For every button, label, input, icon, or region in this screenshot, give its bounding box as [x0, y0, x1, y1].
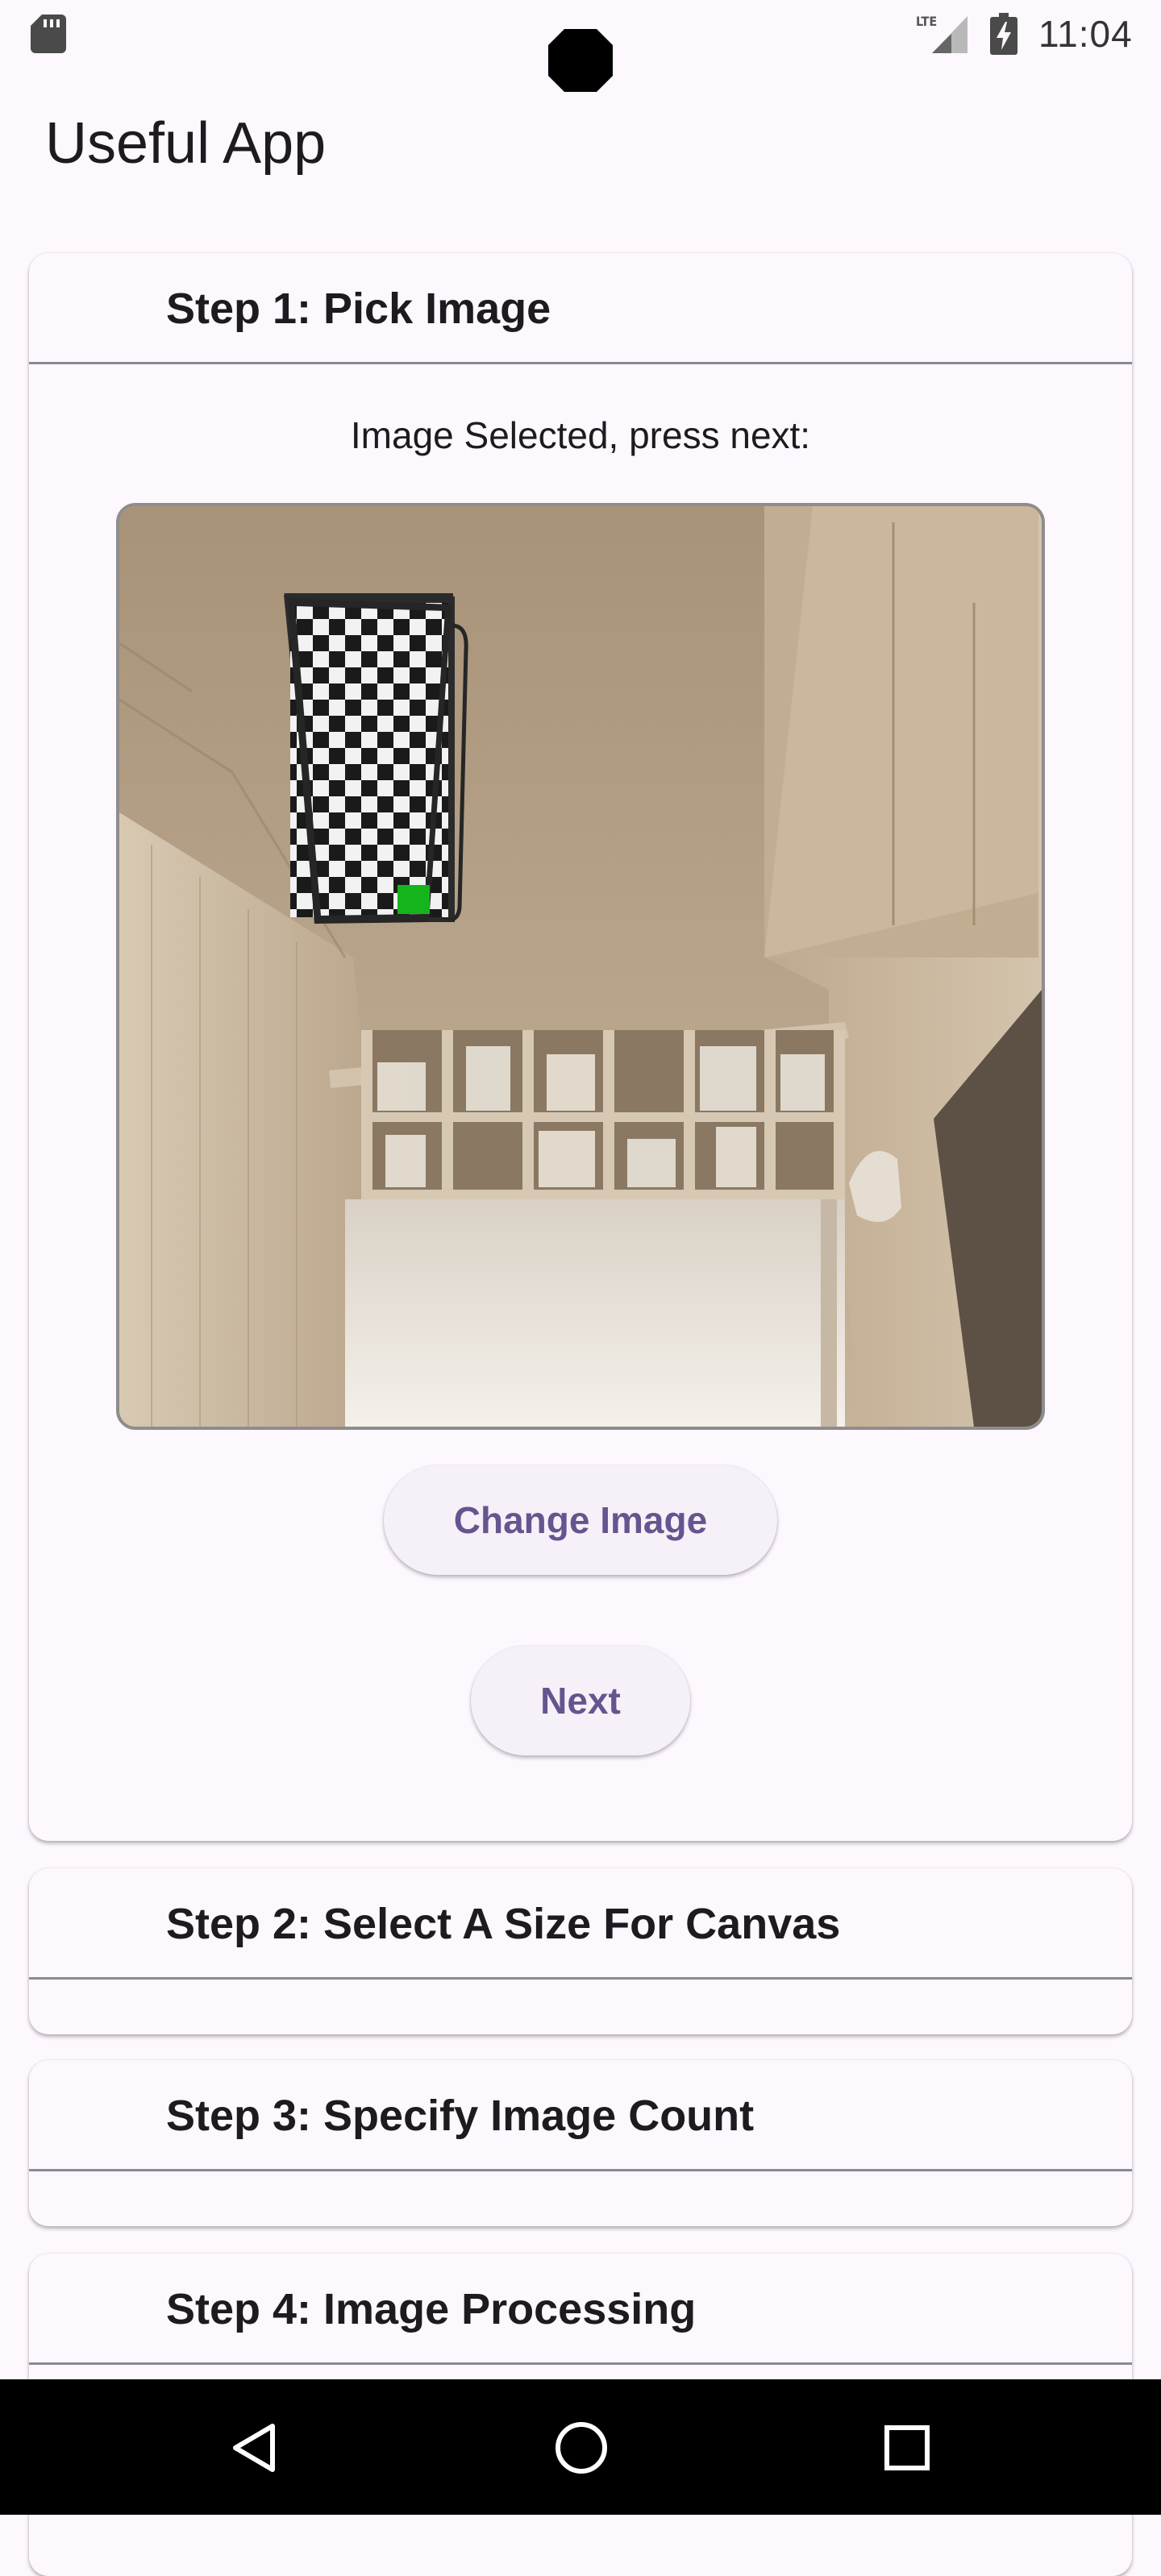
status-time: 11:04: [1038, 13, 1133, 55]
status-bar: LTE 11:04: [0, 0, 1161, 92]
change-image-button[interactable]: Change Image: [384, 1465, 777, 1575]
step-card-3: Step 3: Specify Image Count: [29, 2060, 1132, 2226]
lte-label: LTE: [916, 14, 937, 29]
step-4-title: Step 4: Image Processing: [166, 2285, 697, 2333]
home-icon[interactable]: [545, 2412, 618, 2484]
next-button[interactable]: Next: [471, 1646, 690, 1755]
image-status-text: Image Selected, press next:: [350, 414, 811, 456]
sd-card-icon: [31, 15, 66, 53]
step-card-2: Step 2: Select A Size For Canvas: [29, 1868, 1132, 2034]
camera-cutout: [548, 29, 613, 92]
step-3-title: Step 3: Specify Image Count: [166, 2092, 755, 2140]
back-icon[interactable]: [219, 2412, 292, 2484]
step-3-header[interactable]: Step 3: Specify Image Count: [29, 2060, 1132, 2171]
app-title: Useful App: [45, 111, 327, 176]
step-2-title: Step 2: Select A Size For Canvas: [166, 1900, 841, 1948]
lte-signal-icon: LTE: [916, 14, 968, 53]
step-1-header[interactable]: Step 1: Pick Image: [29, 253, 1132, 364]
selected-image-preview: [116, 503, 1045, 1430]
step-1-title: Step 1: Pick Image: [166, 285, 551, 333]
recents-icon[interactable]: [871, 2412, 943, 2484]
step-4-header[interactable]: Step 4: Image Processing: [29, 2254, 1132, 2365]
battery-charging-icon: [990, 13, 1017, 55]
step-card-1: Step 1: Pick Image Image Selected, press…: [29, 253, 1132, 1841]
room-photo: [119, 506, 1042, 1427]
step-2-header[interactable]: Step 2: Select A Size For Canvas: [29, 1868, 1132, 1980]
system-nav-bar: [0, 2379, 1161, 2515]
